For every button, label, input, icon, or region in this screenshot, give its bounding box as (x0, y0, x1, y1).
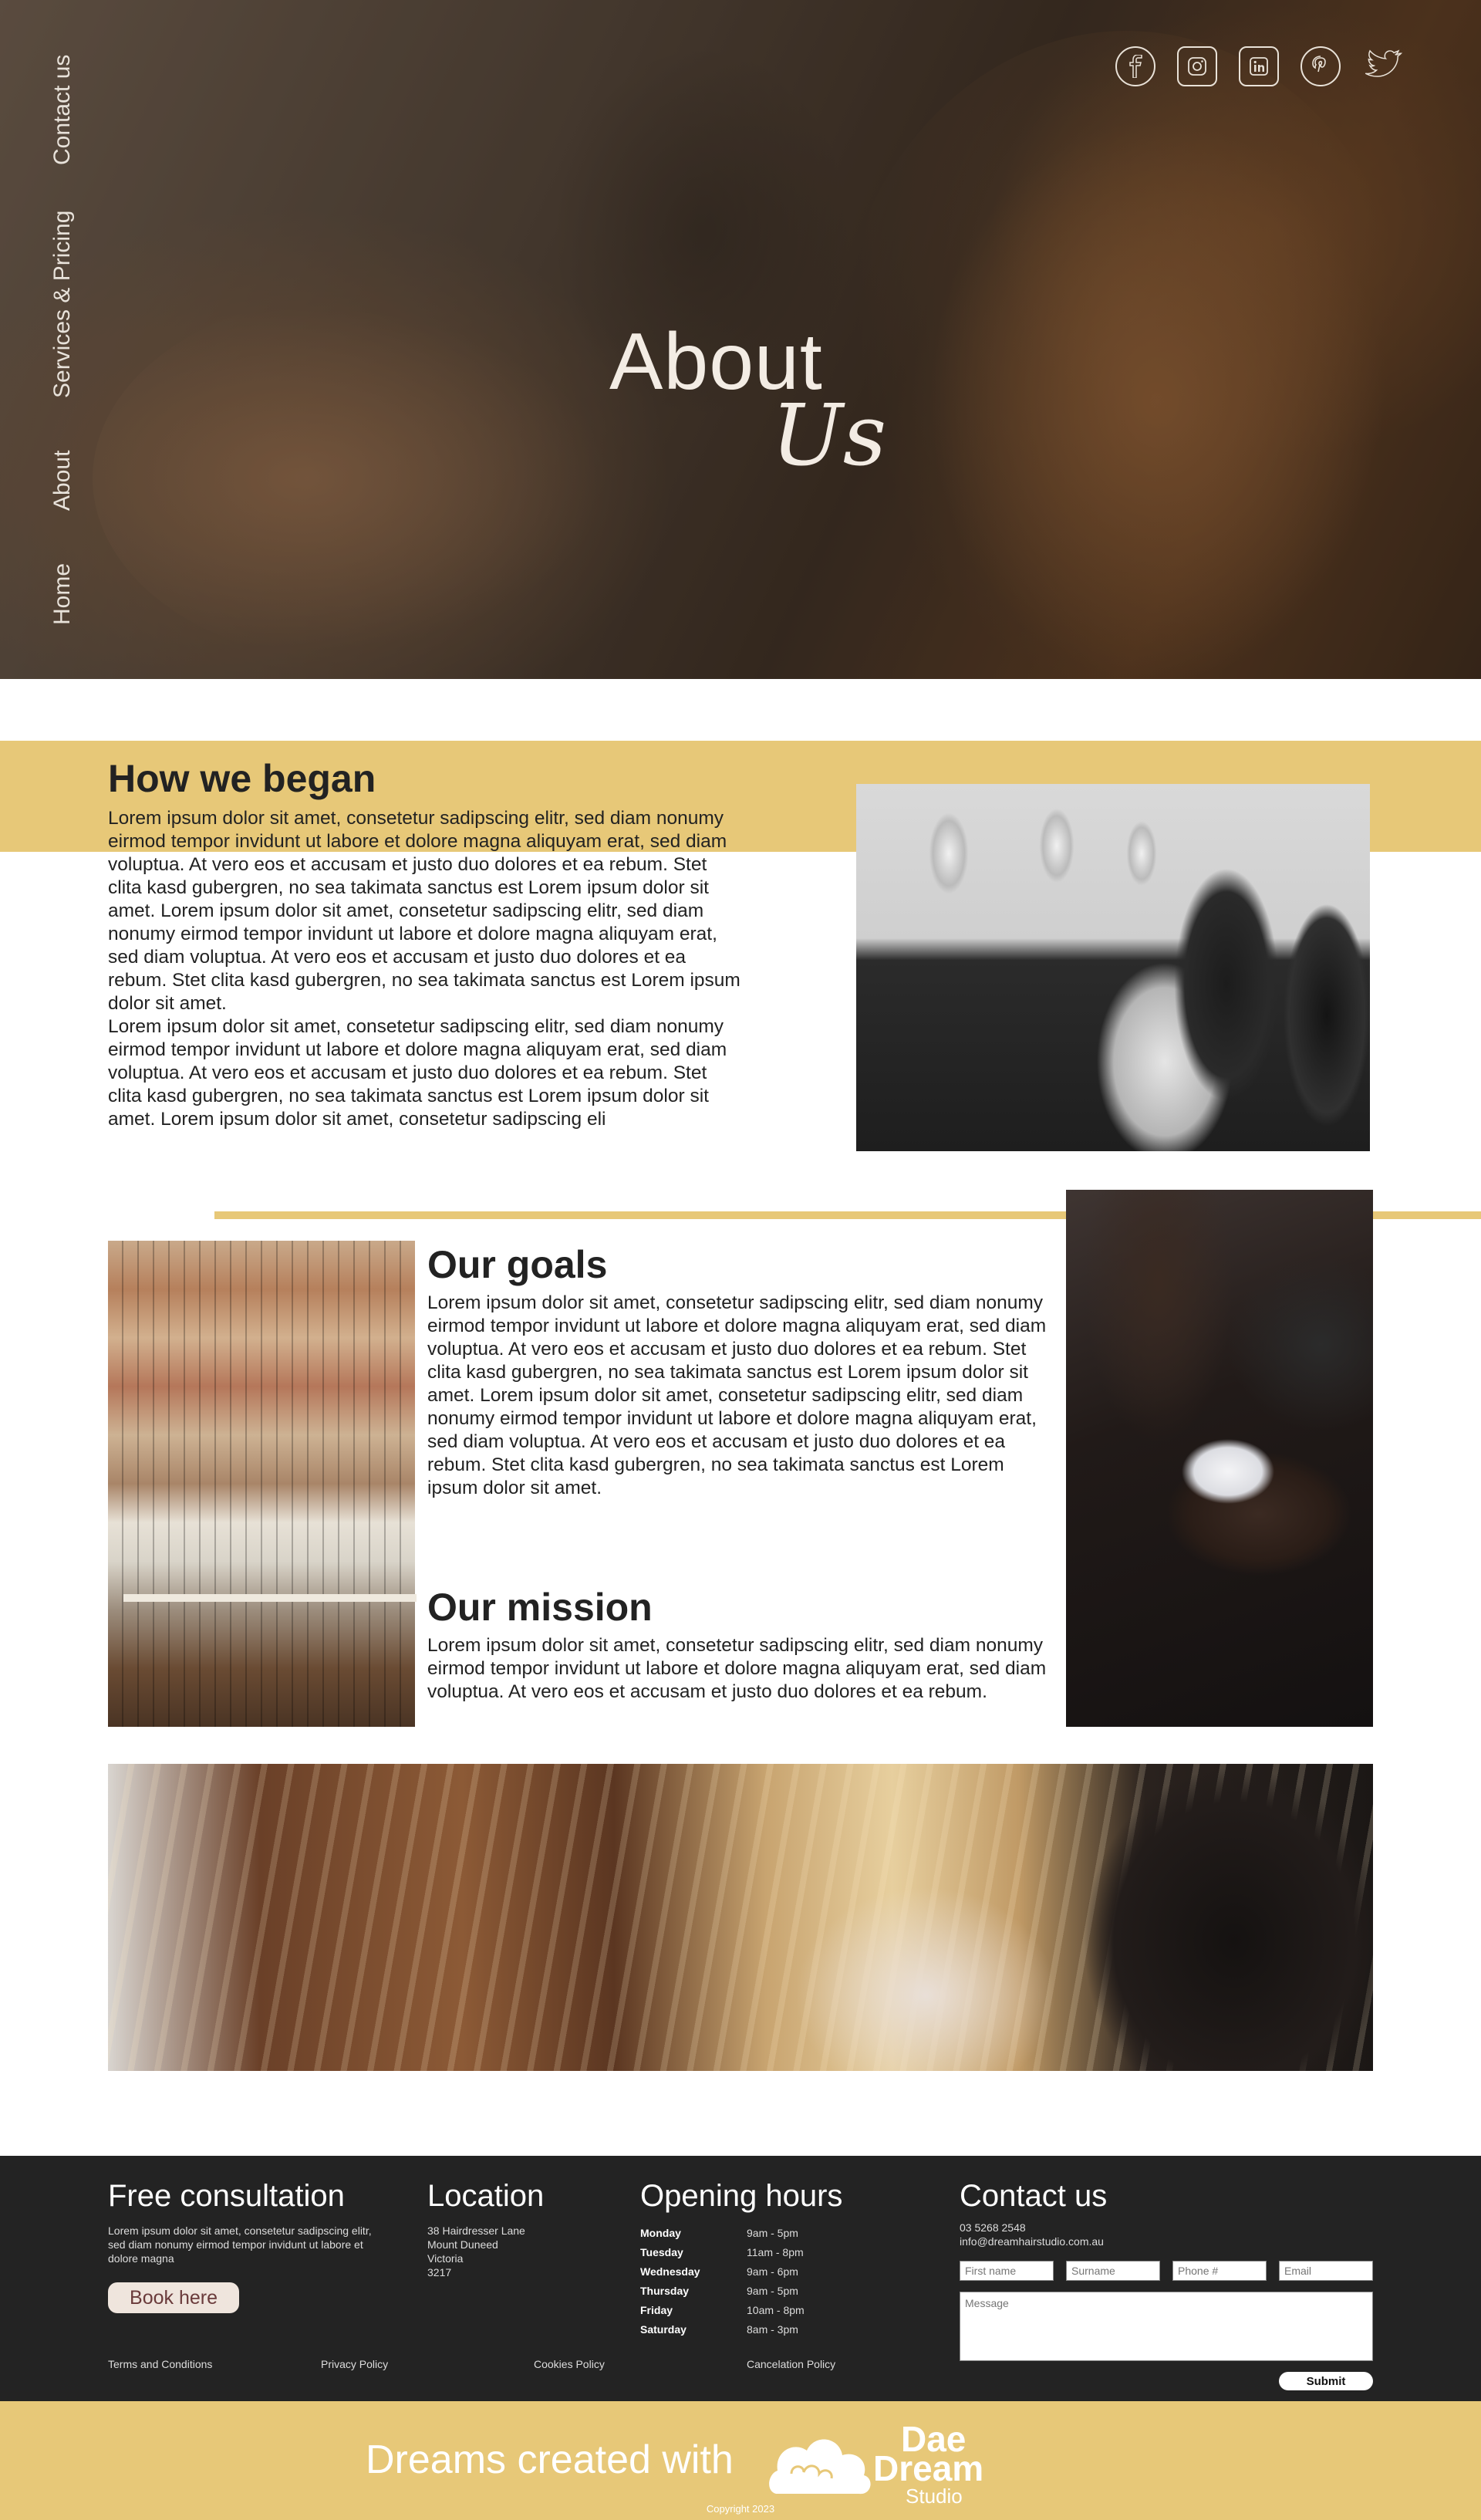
address-line: 3217 (427, 2266, 452, 2278)
hours-time: 8am - 3pm (747, 2323, 798, 2336)
location-address: 38 Hairdresser Lane Mount Duneed Victori… (427, 2224, 525, 2279)
began-paragraph-2: Lorem ipsum dolor sit amet, consetetur s… (108, 1016, 727, 1130)
nav-about[interactable]: About (49, 451, 76, 511)
brand-tagline: Dreams created with (366, 2437, 734, 2482)
instagram-icon[interactable] (1177, 46, 1217, 86)
mission-body: Lorem ipsum dolor sit amet, consetetur s… (427, 1635, 1047, 1702)
message-field[interactable] (960, 2292, 1373, 2361)
privacy-policy-link[interactable]: Privacy Policy (321, 2358, 388, 2370)
first-name-field[interactable] (960, 2261, 1054, 2281)
wavy-hair-photo (108, 1764, 1373, 2071)
cookies-policy-link[interactable]: Cookies Policy (534, 2358, 605, 2370)
hours-heading: Opening hours (640, 2179, 843, 2213)
hours-day: Monday (640, 2227, 681, 2239)
hours-day: Wednesday (640, 2265, 700, 2278)
cancelation-policy-link[interactable]: Cancelation Policy (747, 2358, 835, 2370)
began-body: Lorem ipsum dolor sit amet, consetetur s… (108, 807, 740, 1131)
address-line: Victoria (427, 2252, 464, 2265)
hours-time: 11am - 8pm (747, 2246, 804, 2258)
goals-body: Lorem ipsum dolor sit amet, consetetur s… (427, 1292, 1047, 1498)
pinterest-icon[interactable] (1301, 46, 1341, 86)
submit-button[interactable]: Submit (1279, 2372, 1373, 2390)
book-here-button[interactable]: Book here (108, 2282, 239, 2313)
location-heading: Location (427, 2179, 545, 2213)
hours-row: Saturday 8am - 3pm (640, 2320, 805, 2339)
hero-banner: Contact us Services & Pricing About Home… (0, 0, 1481, 679)
nav-home[interactable]: Home (49, 563, 76, 625)
goals-heading: Our goals (427, 1243, 608, 1286)
side-navigation: Contact us Services & Pricing About Home (0, 0, 100, 679)
address-line: Mount Duneed (427, 2238, 498, 2251)
nav-contact-us[interactable]: Contact us (49, 55, 76, 165)
facebook-icon[interactable] (1115, 46, 1155, 86)
hours-time: 9am - 5pm (747, 2285, 798, 2297)
began-heading: How we began (108, 757, 376, 800)
copyright-text: Copyright 2023 (706, 2503, 775, 2515)
contact-phone: 03 5268 2548 (960, 2221, 1026, 2234)
hours-time: 10am - 8pm (747, 2304, 805, 2316)
surname-field[interactable] (1066, 2261, 1160, 2281)
hours-day: Saturday (640, 2323, 687, 2336)
hours-day: Thursday (640, 2285, 690, 2297)
address-line: 38 Hairdresser Lane (427, 2224, 525, 2237)
contact-email: info@dreamhairstudio.com.au (960, 2235, 1104, 2248)
product-shelf-photo (108, 1241, 417, 1727)
began-paragraph-1: Lorem ipsum dolor sit amet, consetetur s… (108, 808, 740, 1014)
hours-row: Tuesday 11am - 8pm (640, 2243, 805, 2262)
hours-time: 9am - 6pm (747, 2265, 798, 2278)
phone-field[interactable] (1172, 2261, 1267, 2281)
opening-hours-table: Monday 9am - 5pm Tuesday 11am - 8pm Wednes… (640, 2224, 805, 2339)
hours-row: Wednesday 9am - 6pm (640, 2262, 805, 2282)
social-links (1115, 46, 1402, 86)
hours-time: 9am - 5pm (747, 2227, 798, 2239)
consultation-heading: Free consultation (108, 2179, 345, 2213)
hours-row: Thursday 9am - 5pm (640, 2282, 805, 2301)
salon-photo (856, 784, 1370, 1151)
consultation-text: Lorem ipsum dolor sit amet, consetetur s… (108, 2224, 372, 2265)
linkedin-icon[interactable] (1239, 46, 1279, 86)
terms-link[interactable]: Terms and Conditions (108, 2358, 212, 2370)
contact-heading: Contact us (960, 2179, 1108, 2213)
contact-details: 03 5268 2548 info@dreamhairstudio.com.au (960, 2221, 1104, 2248)
twitter-icon[interactable] (1362, 46, 1402, 86)
page-title-script: Us (771, 386, 887, 485)
brand-name: Dae Dream (873, 2421, 984, 2488)
nav-services-pricing[interactable]: Services & Pricing (49, 211, 76, 398)
email-field[interactable] (1279, 2261, 1373, 2281)
hours-row: Friday 10am - 8pm (640, 2301, 805, 2320)
brand-banner: Dreams created with Dae Dream Studio Cop… (0, 2401, 1481, 2520)
footer: Free consultation Lorem ipsum dolor sit … (0, 2156, 1481, 2401)
hours-day: Tuesday (640, 2246, 683, 2258)
hours-row: Monday 9am - 5pm (640, 2224, 805, 2243)
brand-name-line: Dream (873, 2448, 984, 2488)
styling-foam-photo (1066, 1190, 1373, 1727)
hours-day: Friday (640, 2304, 673, 2316)
mission-heading: Our mission (427, 1586, 653, 1629)
